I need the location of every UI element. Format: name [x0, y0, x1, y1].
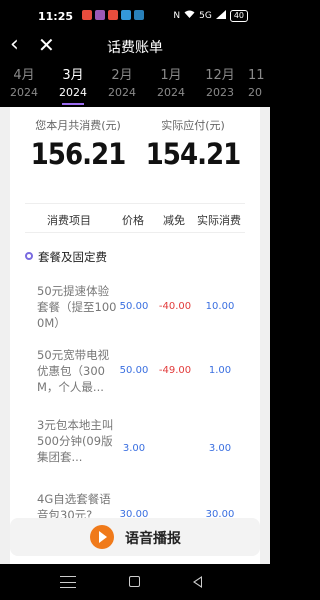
battery-indicator: 40	[229, 10, 248, 22]
tab-month[interactable]: 4月 2024	[4, 68, 44, 100]
bill-content: 您本月共消费(元) 156.21 实际应付(元) 154.21 消费项目 价格 …	[0, 107, 270, 564]
row-actual: 3.00	[208, 443, 232, 454]
tab-year-label: 2024	[59, 86, 87, 99]
tab-month-label: 2月	[111, 68, 133, 83]
home-icon[interactable]	[129, 576, 140, 587]
tab-year-label: 2024	[157, 86, 185, 99]
voice-broadcast-button[interactable]: 语音播报	[10, 518, 260, 556]
network-label: 5G	[199, 11, 212, 21]
voice-broadcast-label: 语音播报	[125, 531, 181, 547]
row-item-name: 50元宽带电视优惠包（300M，个人最...	[37, 348, 110, 394]
side-strip-left	[0, 107, 10, 564]
tab-month-active[interactable]: 3月 2024	[53, 68, 93, 105]
notification-icon	[95, 10, 105, 20]
row-discount: -40.00	[158, 301, 192, 312]
header-discount: 减免	[163, 214, 185, 227]
back-triangle-icon[interactable]	[193, 576, 202, 588]
row-item-name: 3元包本地主叫500分钟(09版集团套...	[37, 418, 114, 464]
total-consumption-value: 156.21	[30, 137, 127, 171]
row-price: 3.00	[122, 443, 146, 454]
actual-payment-value: 154.21	[145, 137, 242, 171]
notification-icon	[121, 10, 131, 20]
status-time: 11:25	[38, 10, 74, 23]
row-discount: -49.00	[158, 365, 192, 376]
play-icon	[90, 525, 114, 549]
tab-month[interactable]: 2月 2024	[102, 68, 142, 100]
table-row: 50元宽带电视优惠包（300M，个人最... 50.00 -49.00 1.00	[25, 343, 245, 411]
app-header: ‹ ✕ 话费账单	[0, 30, 270, 62]
menu-icon[interactable]	[60, 576, 76, 588]
section-title: 套餐及固定费	[38, 250, 107, 264]
tab-year-label: 2023	[206, 86, 234, 99]
tab-month-label: 12月	[205, 68, 235, 83]
tab-active-indicator	[62, 103, 84, 105]
bill-table: 消费项目 价格 减免 实际消费 套餐及固定费 50元提速体验套餐（提至1000M…	[25, 203, 245, 522]
tab-month-label: 4月	[13, 68, 35, 83]
section-header: 套餐及固定费	[25, 243, 245, 273]
notification-icon	[108, 10, 118, 20]
tab-month-label: 11	[248, 68, 265, 83]
tab-month-label: 1月	[160, 68, 182, 83]
tab-year-label: 20	[248, 86, 262, 99]
notification-icon	[82, 10, 92, 20]
table-row: 50元提速体验套餐（提至1000M） 50.00 -40.00 10.00	[25, 281, 245, 341]
tab-month[interactable]: 12月 2023	[200, 68, 240, 100]
signal-icon	[215, 10, 226, 22]
row-price: 50.00	[119, 365, 149, 376]
nfc-icon: N	[173, 11, 181, 21]
header-item: 消费项目	[47, 214, 91, 227]
row-item-name: 50元提速体验套餐（提至1000M）	[37, 284, 117, 330]
tab-year-label: 2024	[108, 86, 136, 99]
row-price: 50.00	[119, 301, 149, 312]
tab-year-label: 2024	[10, 86, 38, 99]
month-tabs: 4月 2024 3月 2024 2月 2024 1月 2024 12月 2023…	[0, 62, 270, 107]
row-actual: 1.00	[208, 365, 232, 376]
page-title: 话费账单	[107, 40, 163, 56]
actual-payment-label: 实际应付(元)	[161, 119, 225, 132]
tab-month[interactable]: 1月 2024	[151, 68, 191, 100]
status-indicators: N 5G 40	[173, 10, 248, 22]
notification-icons	[82, 10, 144, 20]
bill-summary: 您本月共消费(元) 156.21 实际应付(元) 154.21	[10, 107, 260, 195]
tab-month-label: 3月	[62, 68, 84, 83]
row-actual: 10.00	[205, 301, 235, 312]
table-row: 3元包本地主叫500分钟(09版集团套... 3.00 3.00	[25, 413, 245, 483]
section-dot-icon	[25, 252, 33, 260]
table-header: 消费项目 价格 减免 实际消费	[25, 203, 245, 233]
system-nav-bar	[0, 564, 270, 600]
side-strip-right	[260, 107, 270, 564]
notification-icon	[134, 10, 144, 20]
header-price: 价格	[122, 214, 144, 227]
tab-month[interactable]: 11 20	[248, 68, 270, 100]
header-actual: 实际消费	[197, 214, 241, 227]
total-consumption-label: 您本月共消费(元)	[35, 119, 121, 132]
wifi-icon	[184, 10, 195, 22]
status-bar: 11:25 N 5G 40	[0, 0, 270, 30]
